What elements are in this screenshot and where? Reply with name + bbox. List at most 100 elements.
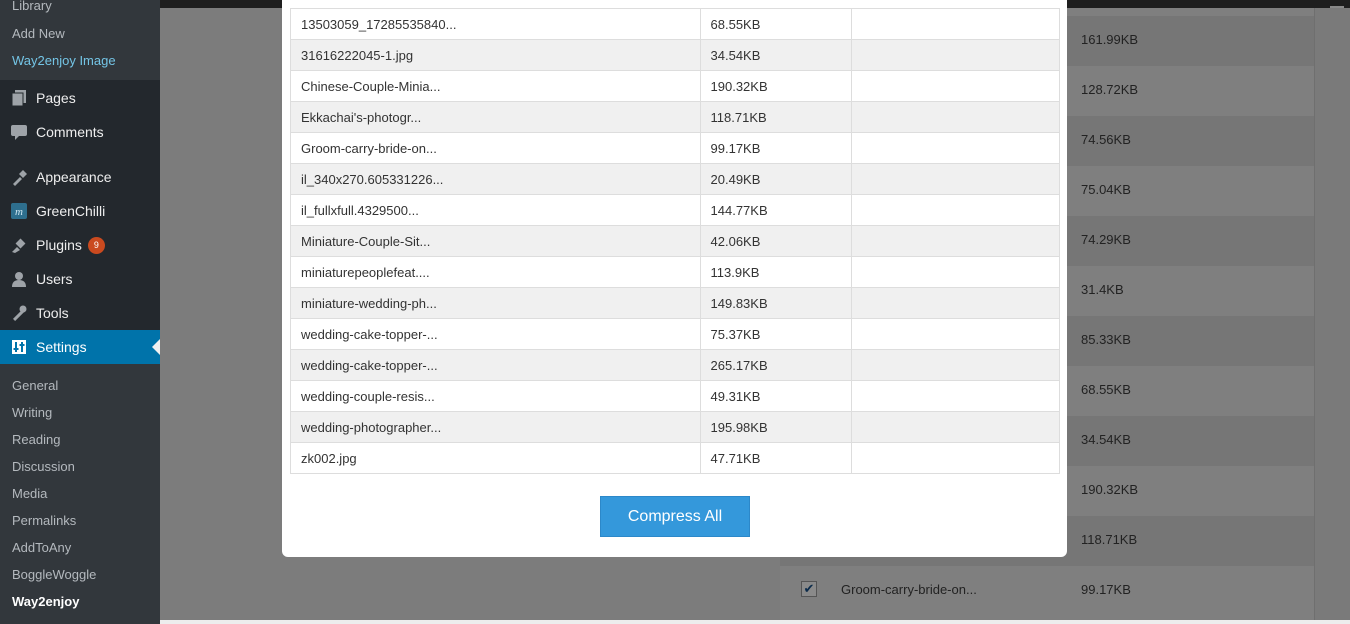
file-row: Miniature-Couple-Sit... 42.06KB: [290, 225, 1060, 257]
submenu-library[interactable]: Library: [12, 0, 52, 13]
file-row: zk002.jpg 47.71KB: [290, 442, 1060, 474]
file-row: 13503059_17285535840... 68.55KB: [290, 8, 1060, 40]
menu-plugins[interactable]: Plugins 9: [0, 228, 160, 262]
file-row: wedding-cake-topper-... 265.17KB: [290, 349, 1060, 381]
file-size: 75.37KB: [699, 318, 853, 350]
file-row: miniature-wedding-ph... 149.83KB: [290, 287, 1060, 319]
submenu-add-new[interactable]: Add New: [12, 26, 65, 41]
file-name: wedding-couple-resis...: [290, 380, 701, 412]
submenu-general[interactable]: General: [12, 378, 58, 393]
menu-greenchilli-label: GreenChilli: [36, 203, 106, 219]
background-file-size: 68.55KB: [1081, 382, 1131, 397]
submenu-bogglewoggle[interactable]: BoggleWoggle: [12, 567, 96, 582]
file-status: [851, 318, 1060, 350]
menu-users-label: Users: [36, 271, 73, 287]
file-status: [851, 225, 1060, 257]
file-list-table: 13503059_17285535840... 68.55KB 3161622204…: [290, 8, 1060, 474]
compress-all-button[interactable]: Compress All: [600, 496, 750, 537]
file-size: 190.32KB: [699, 70, 853, 102]
menu-greenchilli[interactable]: m GreenChilli: [0, 194, 160, 228]
file-name: Groom-carry-bride-on...: [290, 132, 701, 164]
menu-pages-label: Pages: [36, 90, 76, 106]
file-status: [851, 70, 1060, 102]
admin-sidebar: Library Add New Way2enjoy Image Pages Co…: [0, 0, 160, 624]
background-file-size: 75.04KB: [1081, 182, 1131, 197]
file-size: 265.17KB: [699, 349, 853, 381]
file-name: miniaturepeoplefeat....: [290, 256, 701, 288]
file-name: Chinese-Couple-Minia...: [290, 70, 701, 102]
file-row: Chinese-Couple-Minia... 190.32KB: [290, 70, 1060, 102]
file-row: Ekkachai's-photogr... 118.71KB: [290, 101, 1060, 133]
users-icon: [10, 270, 28, 288]
file-name: il_340x270.605331226...: [290, 163, 701, 195]
file-status: [851, 101, 1060, 133]
background-file-size: 128.72KB: [1081, 82, 1139, 97]
submenu-addtoany[interactable]: AddToAny: [12, 540, 71, 555]
submenu-way2enjoy-image[interactable]: Way2enjoy Image: [12, 53, 116, 68]
submenu-way2enjoy[interactable]: Way2enjoy: [12, 594, 79, 609]
background-file-size: 161.99KB: [1081, 32, 1139, 47]
file-status: [851, 163, 1060, 195]
menu-icon[interactable]: [1330, 0, 1344, 8]
file-size: 68.55KB: [699, 8, 853, 40]
plugin-update-badge: 9: [87, 236, 105, 254]
file-size: 99.17KB: [699, 132, 853, 164]
file-size: 42.06KB: [699, 225, 853, 257]
menu-pages[interactable]: Pages: [0, 81, 160, 115]
submenu-writing[interactable]: Writing: [12, 405, 52, 420]
background-file-size: 74.29KB: [1081, 232, 1131, 247]
background-file-size: 118.71KB: [1081, 532, 1138, 547]
file-size: 34.54KB: [699, 39, 853, 71]
file-status: [851, 349, 1060, 381]
submenu-media[interactable]: Media: [12, 486, 47, 501]
file-status: [851, 39, 1060, 71]
file-status: [851, 287, 1060, 319]
file-name: wedding-photographer...: [290, 411, 701, 443]
file-size: 195.98KB: [699, 411, 853, 443]
file-name: il_fullxfull.4329500...: [290, 194, 701, 226]
file-name: wedding-cake-topper-...: [290, 349, 701, 381]
file-name: miniature-wedding-ph...: [290, 287, 701, 319]
menu-tools[interactable]: Tools: [0, 296, 160, 330]
file-name: wedding-cake-topper-...: [290, 318, 701, 350]
menu-users[interactable]: Users: [0, 262, 160, 296]
file-row: il_fullxfull.4329500... 144.77KB: [290, 194, 1060, 226]
submenu-reading[interactable]: Reading: [12, 432, 60, 447]
media-submenu: Library Add New Way2enjoy Image: [0, 0, 160, 80]
file-row: miniaturepeoplefeat.... 113.9KB: [290, 256, 1060, 288]
menu-settings-label: Settings: [36, 339, 87, 355]
file-name: zk002.jpg: [290, 442, 701, 474]
submenu-permalinks[interactable]: Permalinks: [12, 513, 76, 528]
file-name: Miniature-Couple-Sit...: [290, 225, 701, 257]
file-size: 49.31KB: [699, 380, 853, 412]
settings-icon: [10, 338, 28, 356]
appearance-icon: [10, 168, 28, 186]
file-size: 118.71KB: [699, 101, 853, 133]
file-row: Groom-carry-bride-on... 99.17KB: [290, 132, 1060, 164]
menu-plugins-label: Plugins: [36, 237, 82, 253]
background-scroll-column: [1314, 8, 1350, 620]
file-status: [851, 411, 1060, 443]
background-row: ✔ Groom-carry-bride-on... 99.17KB: [780, 566, 1314, 616]
menu-appearance[interactable]: Appearance: [0, 160, 160, 194]
background-file-size: 85.33KB: [1081, 332, 1131, 347]
menu-tools-label: Tools: [36, 305, 69, 321]
menu-comments-label: Comments: [36, 124, 104, 140]
row-checkbox[interactable]: ✔: [801, 581, 817, 597]
current-menu-arrow: [152, 339, 160, 355]
file-list-body: 13503059_17285535840... 68.55KB 3161622204…: [290, 8, 1060, 474]
file-name: 31616222045-1.jpg: [290, 39, 701, 71]
file-status: [851, 380, 1060, 412]
settings-submenu: General Writing Reading Discussion Media…: [0, 364, 160, 624]
background-file-size: 31.4KB: [1081, 282, 1124, 297]
tools-icon: [10, 304, 28, 322]
submenu-discussion[interactable]: Discussion: [12, 459, 75, 474]
menu-comments[interactable]: Comments: [0, 115, 160, 149]
file-size: 144.77KB: [699, 194, 853, 226]
compress-modal: 13503059_17285535840... 68.55KB 3161622204…: [282, 0, 1067, 557]
menu-settings[interactable]: Settings: [0, 330, 160, 364]
background-file-name: Groom-carry-bride-on...: [841, 582, 977, 597]
file-row: wedding-photographer... 195.98KB: [290, 411, 1060, 443]
file-status: [851, 8, 1060, 40]
svg-text:m: m: [15, 206, 23, 218]
